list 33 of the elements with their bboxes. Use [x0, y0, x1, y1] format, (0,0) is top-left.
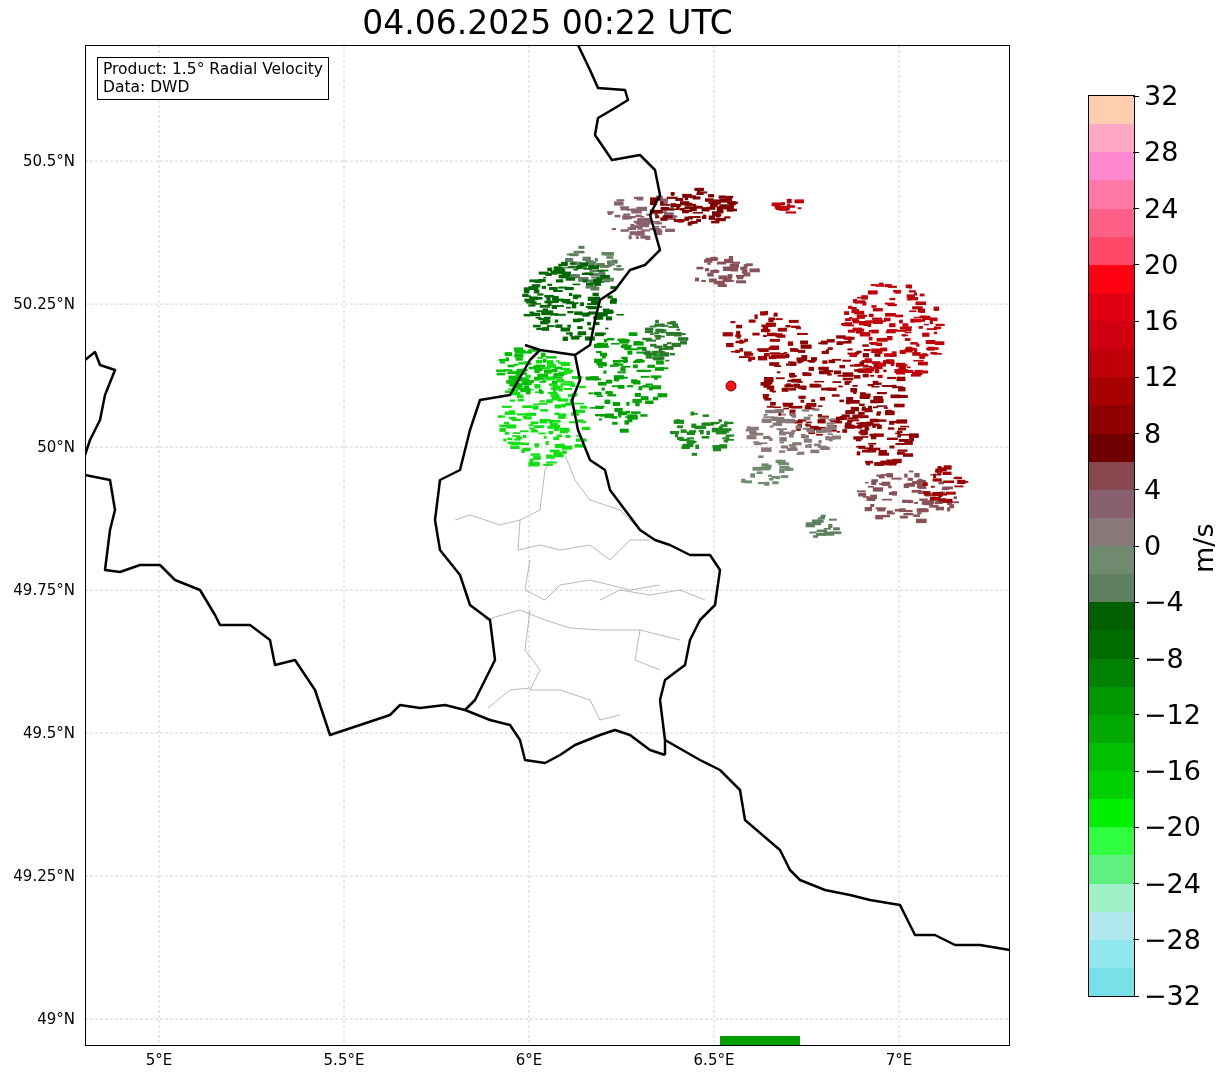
colorbar-tick-label: 20: [1144, 249, 1179, 280]
longitude-label: 7°E: [885, 1051, 913, 1069]
colorbar-tick-label: 12: [1144, 362, 1179, 393]
colorbar-tick-label: 32: [1144, 81, 1179, 111]
colorbar-tick-label: −8: [1144, 643, 1184, 674]
colorbar-unit-label: m/s: [1188, 523, 1219, 573]
longitude-label: 6°E: [515, 1051, 543, 1069]
latitude-label: 49.5°N: [22, 724, 75, 743]
colorbar-tick-label: 0: [1144, 531, 1162, 561]
latitude-label: 50°N: [37, 438, 75, 457]
longitude-label: 5.5°E: [323, 1051, 365, 1069]
plot-title: 04.06.2025 00:22 UTC: [362, 2, 733, 44]
colorbar-tick-label: 24: [1144, 193, 1179, 224]
colorbar-tick-label: 4: [1144, 474, 1162, 505]
longitude-label: 5°E: [145, 1051, 173, 1069]
colorbar-tick-label: 16: [1144, 306, 1179, 336]
longitude-label: 6.5°E: [693, 1051, 735, 1069]
latitude-label: 50.5°N: [22, 152, 75, 171]
info-box: Product: 1.5° Radial Velocity Data: DWD: [97, 57, 329, 100]
colorbar-tick-label: −12: [1144, 699, 1201, 730]
colorbar-tick-label: −20: [1144, 812, 1201, 843]
latitude-label: 49.25°N: [13, 867, 75, 886]
latitude-label: 49°N: [37, 1010, 75, 1029]
colorbar-tick-label: 8: [1144, 418, 1162, 449]
radar-site-marker: [725, 380, 737, 392]
colorbar-tick-label: −24: [1144, 868, 1201, 899]
latitude-label: 49.75°N: [13, 581, 75, 600]
colorbar-tick-label: −28: [1144, 924, 1201, 955]
latitude-label: 50.25°N: [13, 295, 75, 314]
colorbar-tick-label: −16: [1144, 756, 1201, 786]
colorbar-tick-label: −32: [1144, 981, 1201, 1011]
colorbar-tick-label: −4: [1144, 587, 1184, 618]
colorbar-tick-label: 28: [1144, 137, 1179, 168]
